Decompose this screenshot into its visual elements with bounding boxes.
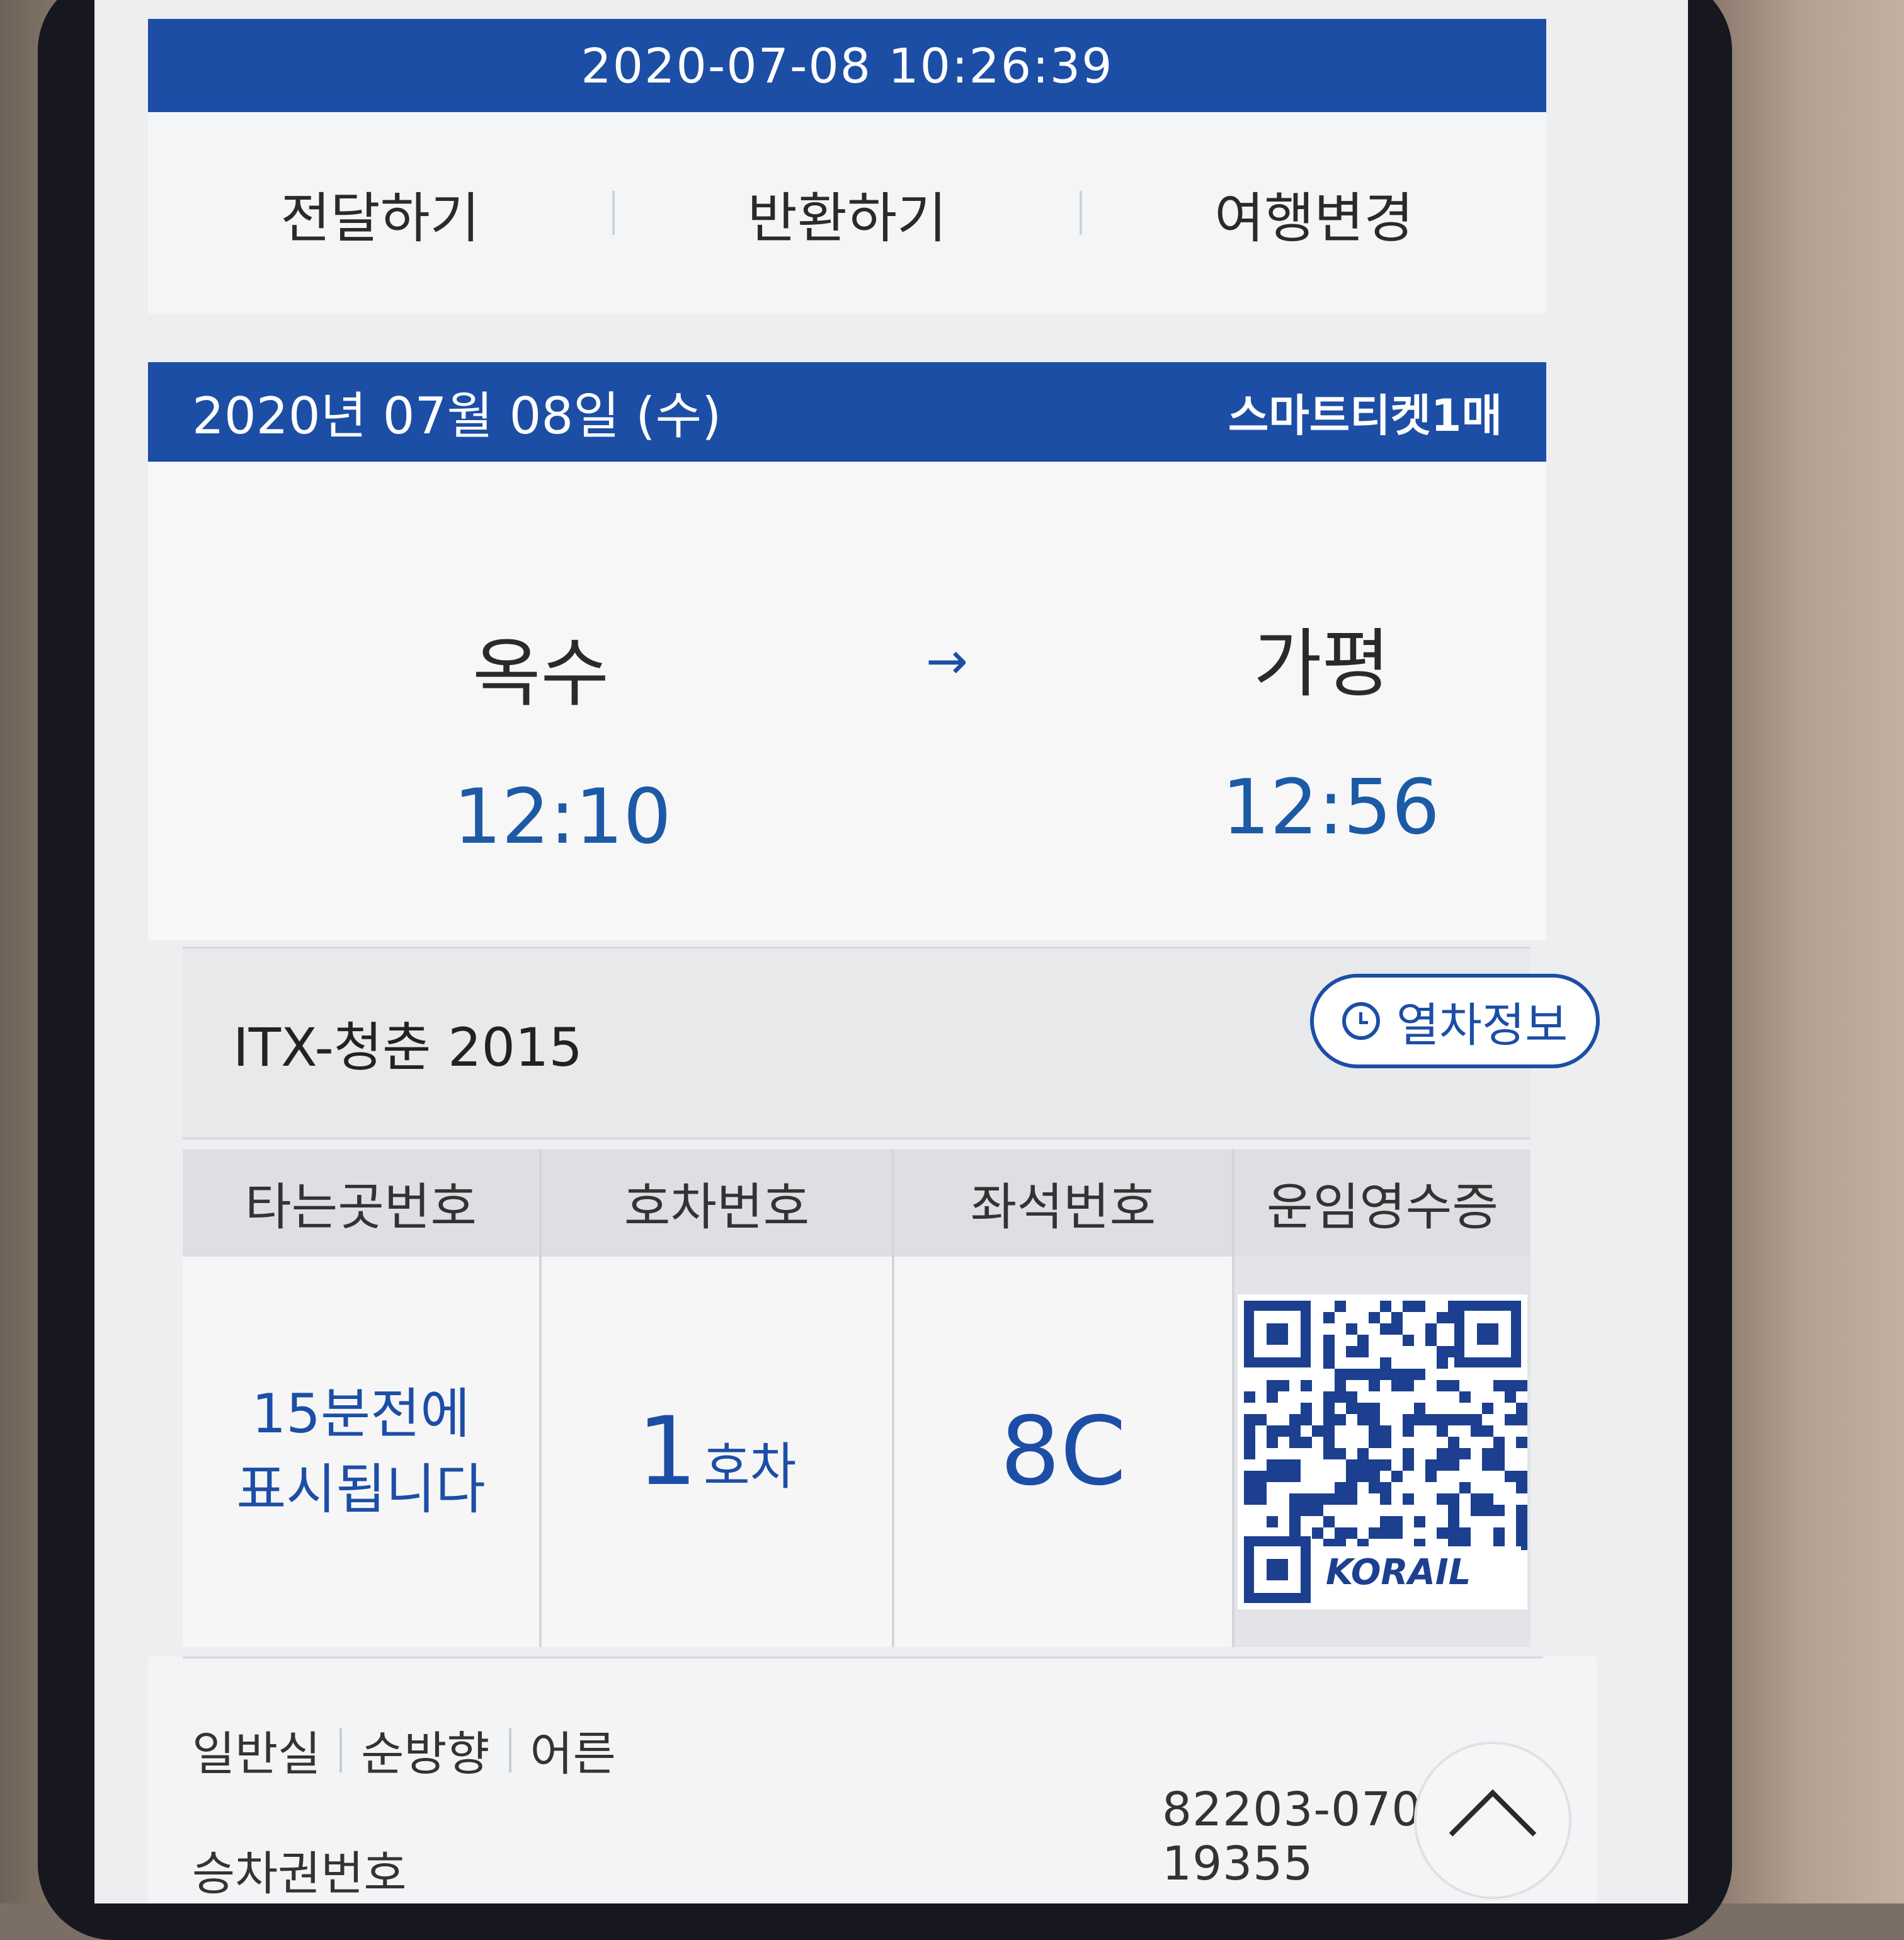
ticket-header: 2020년 07월 08일 (수) 스마트티켓1매 <box>148 362 1546 462</box>
timestamp-text: 2020-07-08 10:26:39 <box>581 37 1114 94</box>
receipt-header: 운임영수증 <box>1234 1150 1531 1257</box>
timestamp-bar: 2020-07-08 10:26:39 <box>148 19 1546 112</box>
ticket-number-label: 승차권번호 <box>192 1847 407 1901</box>
passenger-type: 어른 <box>530 1727 616 1781</box>
seat-direction: 순방향 <box>361 1727 490 1781</box>
car-value: 1 호차 <box>637 1397 797 1507</box>
ticket-count: 스마트티켓1매 <box>1228 389 1502 442</box>
receipt-column: 운임영수증 KORAIL <box>1234 1150 1531 1647</box>
clock-icon <box>1342 1002 1380 1040</box>
seat-info-grid: 타는곳번호 15분전에 표시됩니다 호차번호 1 호차 좌석번호 8C 운임영수증 <box>183 1150 1531 1647</box>
car-unit: 호차 <box>704 1437 797 1496</box>
car-column: 호차번호 1 호차 <box>542 1150 894 1647</box>
korail-logo: KORAIL <box>1326 1552 1471 1593</box>
ticket-action-menu: 전달하기 반환하기 여행변경 <box>148 112 1546 314</box>
platform-header: 타는곳번호 <box>183 1150 539 1257</box>
seat-number: 8C <box>1000 1397 1127 1507</box>
platform-column: 타는곳번호 15분전에 표시됩니다 <box>183 1150 542 1647</box>
scroll-to-top-button[interactable] <box>1414 1742 1571 1899</box>
chevron-up-icon <box>1449 1789 1537 1877</box>
receipt-qr-code[interactable]: KORAIL <box>1238 1294 1527 1609</box>
refund-button[interactable]: 반환하기 <box>615 174 1079 253</box>
change-trip-button[interactable]: 여행변경 <box>1082 174 1546 253</box>
platform-notice: 15분전에 표시됩니다 <box>236 1383 486 1521</box>
arrival-time: 12:56 <box>1222 764 1440 852</box>
ticket-date: 2020년 07월 08일 (수) <box>192 387 722 445</box>
transfer-button[interactable]: 전달하기 <box>148 174 612 253</box>
seat-column: 좌석번호 8C <box>894 1150 1234 1647</box>
ticket-footer: 일반실 순방향 어른 승차권번호 82203-0708-19355 <box>148 1657 1597 1903</box>
class-info: 일반실 순방향 어른 <box>192 1716 616 1784</box>
arrival-station: 가평 <box>1253 620 1391 707</box>
route-arrow-icon: → <box>926 632 969 690</box>
class-divider <box>339 1728 343 1772</box>
train-info-button[interactable]: 열차정보 <box>1310 974 1600 1068</box>
class-divider <box>508 1728 511 1772</box>
route-section: 옥수 → 가평 12:10 12:56 <box>148 462 1546 940</box>
phone-screen: 2020-07-08 10:26:39 전달하기 반환하기 여행변경 2020년… <box>94 0 1688 1903</box>
seat-class: 일반실 <box>192 1727 321 1781</box>
car-header: 호차번호 <box>542 1150 892 1257</box>
departure-time: 12:10 <box>453 773 671 861</box>
train-info-label: 열차정보 <box>1396 998 1568 1053</box>
footer-divider <box>183 1657 1543 1658</box>
car-number: 1 <box>637 1397 698 1507</box>
train-info-row: ITX-청춘 2015 열차정보 <box>183 947 1600 1139</box>
departure-station: 옥수 <box>472 630 610 717</box>
seat-header: 좌석번호 <box>894 1150 1232 1257</box>
train-name: ITX-청춘 2015 <box>233 1017 583 1078</box>
